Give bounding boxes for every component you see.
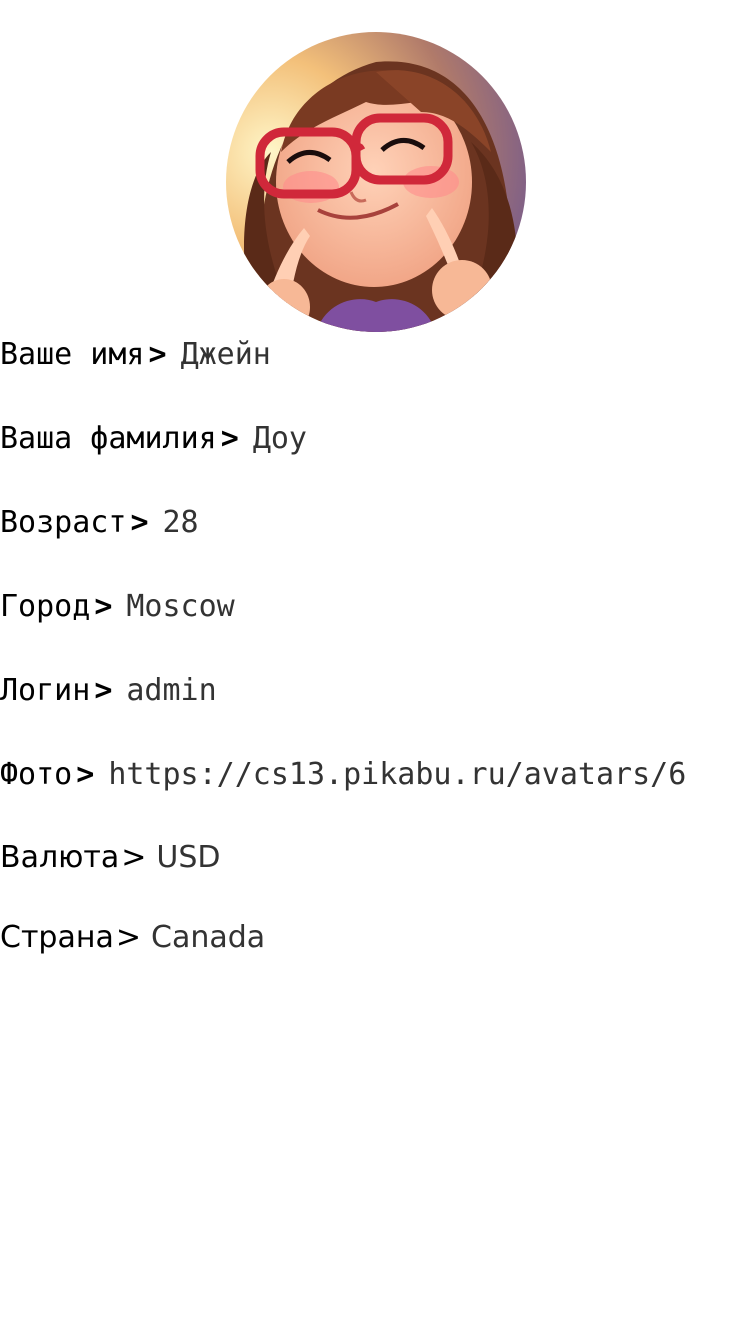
chevron-right-icon: > bbox=[220, 421, 239, 456]
field-value[interactable]: Доу bbox=[253, 421, 307, 456]
field-value[interactable]: admin bbox=[126, 673, 216, 708]
chevron-right-icon: > bbox=[115, 920, 141, 955]
avatar-illustration bbox=[226, 32, 526, 332]
avatar[interactable] bbox=[226, 32, 526, 332]
chevron-right-icon: > bbox=[121, 840, 147, 875]
field-row-country[interactable]: Страна> Canada bbox=[0, 923, 265, 953]
field-label: Город bbox=[0, 589, 91, 624]
chevron-right-icon: > bbox=[76, 757, 95, 792]
field-row-last-name[interactable]: Ваша фамилия > Доу bbox=[0, 424, 307, 454]
field-value[interactable]: Moscow bbox=[126, 589, 234, 624]
field-row-age[interactable]: Возраст >28 bbox=[0, 508, 199, 538]
chevron-right-icon: > bbox=[94, 673, 113, 708]
chevron-right-icon: > bbox=[130, 505, 149, 540]
field-label: Валюта bbox=[0, 840, 120, 875]
field-value[interactable]: Canada bbox=[151, 920, 265, 955]
field-value[interactable]: https://cs13.pikabu.ru/avatars/6 bbox=[108, 757, 686, 792]
field-value[interactable]: Джейн bbox=[181, 337, 271, 372]
field-label: Возраст bbox=[0, 505, 127, 540]
field-label: Ваше имя bbox=[0, 337, 145, 372]
chevron-right-icon: > bbox=[94, 589, 113, 624]
field-label: Логин bbox=[0, 673, 91, 708]
field-label: Фото bbox=[0, 757, 73, 792]
field-row-photo[interactable]: Фото > https://cs13.pikabu.ru/avatars/6 bbox=[0, 760, 686, 790]
field-value[interactable]: USD bbox=[156, 840, 220, 875]
field-row-currency[interactable]: Валюта> USD bbox=[0, 843, 221, 873]
field-row-city[interactable]: Город > Moscow bbox=[0, 592, 235, 622]
field-label: Страна bbox=[0, 920, 114, 955]
field-row-login[interactable]: Логин > admin bbox=[0, 676, 217, 706]
field-value[interactable]: 28 bbox=[163, 505, 199, 540]
chevron-right-icon: > bbox=[148, 337, 167, 372]
field-row-first-name[interactable]: Ваше имя > Джейн bbox=[0, 340, 271, 370]
field-label: Ваша фамилия bbox=[0, 421, 217, 456]
